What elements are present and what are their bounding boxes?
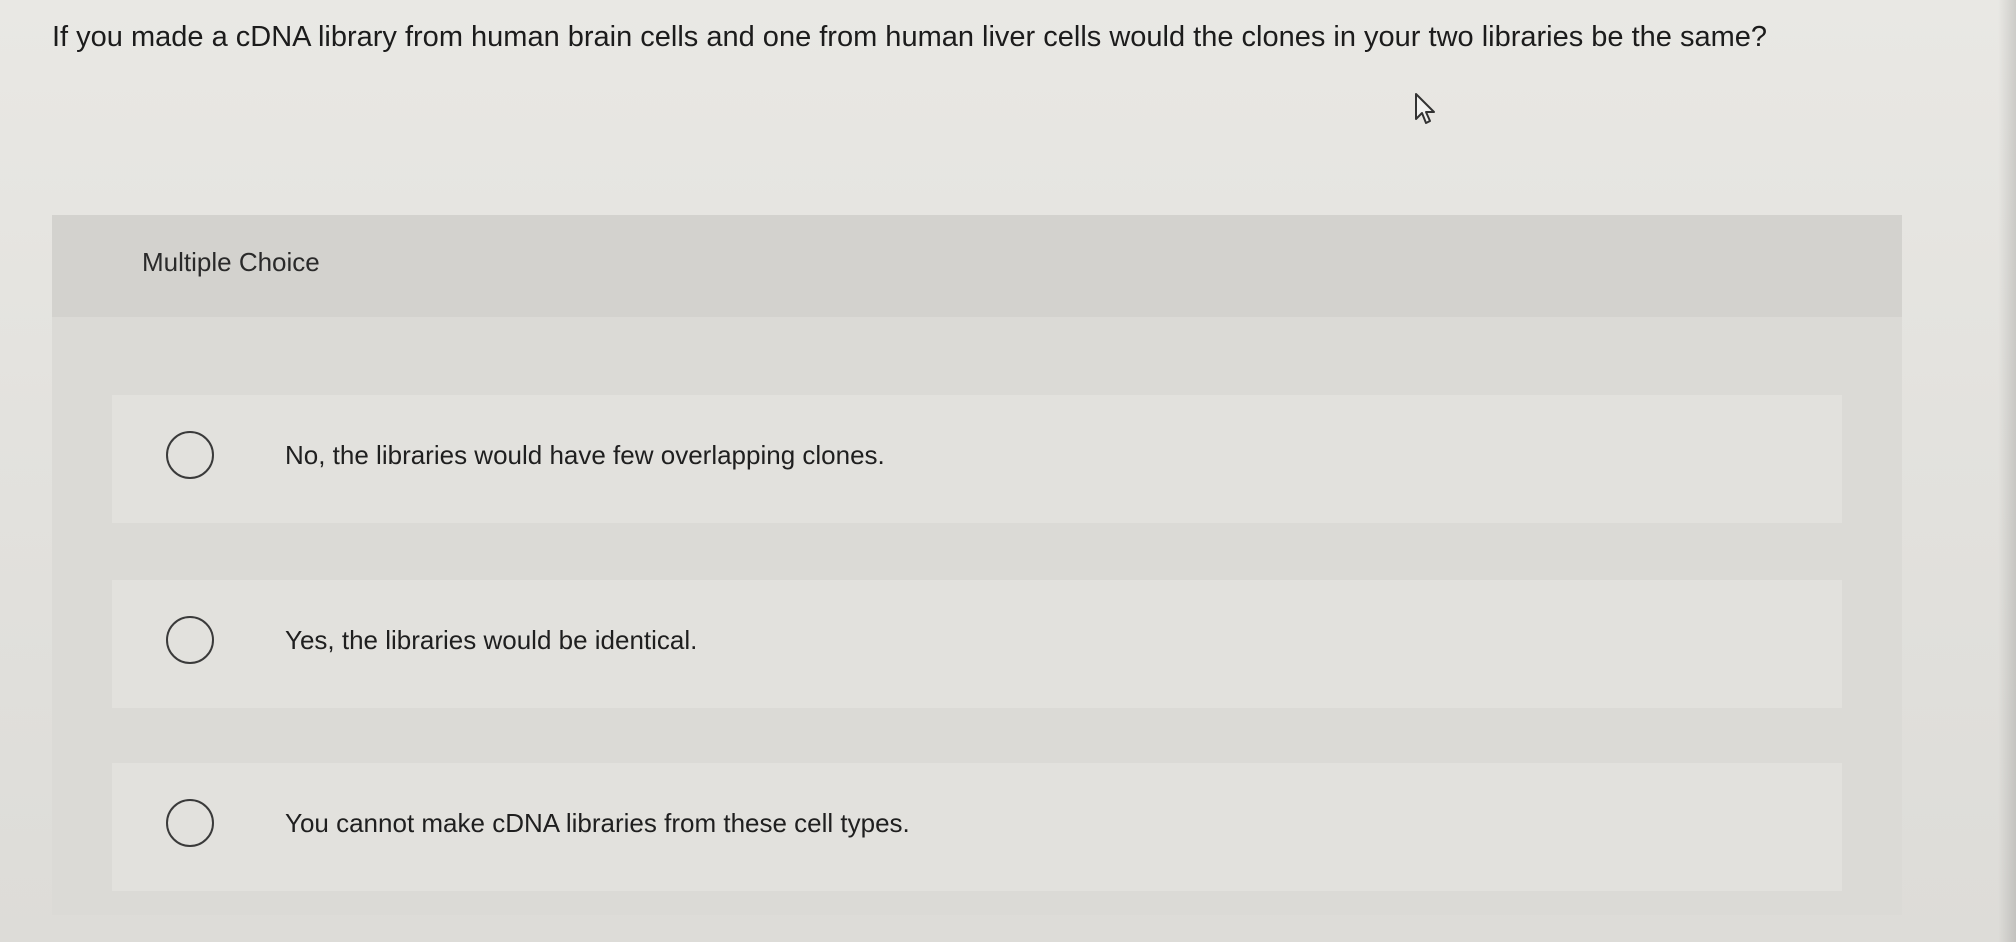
question-text: If you made a cDNA library from human br… <box>52 21 1768 53</box>
radio-unchecked-icon[interactable] <box>166 431 214 479</box>
answer-option-3[interactable]: You cannot make cDNA libraries from thes… <box>112 763 1842 891</box>
answer-option-label: You cannot make cDNA libraries from thes… <box>285 808 910 838</box>
screen-edge-shadow <box>1998 0 2016 942</box>
multiple-choice-panel: Multiple Choice No, the libraries would … <box>52 215 1902 915</box>
radio-unchecked-icon[interactable] <box>166 799 214 847</box>
answer-option-label: No, the libraries would have few overlap… <box>285 440 885 470</box>
answer-option-1[interactable]: No, the libraries would have few overlap… <box>112 395 1842 523</box>
answer-option-label: Yes, the libraries would be identical. <box>285 625 698 655</box>
multiple-choice-header: Multiple Choice <box>52 215 1902 317</box>
screen: If you made a cDNA library from human br… <box>0 0 2016 942</box>
answer-option-2[interactable]: Yes, the libraries would be identical. <box>112 580 1842 708</box>
multiple-choice-title: Multiple Choice <box>142 247 320 277</box>
mouse-pointer-icon <box>1415 93 1435 124</box>
radio-unchecked-icon[interactable] <box>166 616 214 664</box>
